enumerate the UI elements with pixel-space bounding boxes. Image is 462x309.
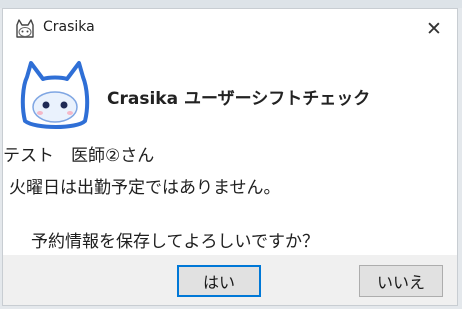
dialog-content: Crasika ユーザーシフトチェック テスト 医師②さん 火曜日は出勤予定では… [3, 49, 457, 257]
crasika-mascot-icon [20, 61, 90, 129]
yes-button[interactable]: はい [177, 265, 261, 297]
message-dialog: Crasika ✕ Crasika ユーザーシフトチェック テスト 医師②さん … [2, 8, 458, 306]
backdrop [0, 0, 462, 8]
message-line-schedule: 火曜日は出勤予定ではありません。 [9, 178, 281, 198]
close-icon: ✕ [426, 18, 442, 40]
message-line-confirm: 予約情報を保存してよろしいですか？ [31, 232, 319, 252]
message-line-user: テスト 医師②さん [3, 146, 155, 166]
title-bar: Crasika ✕ [3, 9, 457, 49]
cat-outline-icon [16, 19, 34, 38]
close-button[interactable]: ✕ [411, 9, 457, 49]
window-title: Crasika [43, 19, 95, 35]
button-bar: はい いいえ [3, 255, 457, 305]
app-heading: Crasika ユーザーシフトチェック [107, 89, 371, 109]
no-button[interactable]: いいえ [359, 265, 443, 297]
